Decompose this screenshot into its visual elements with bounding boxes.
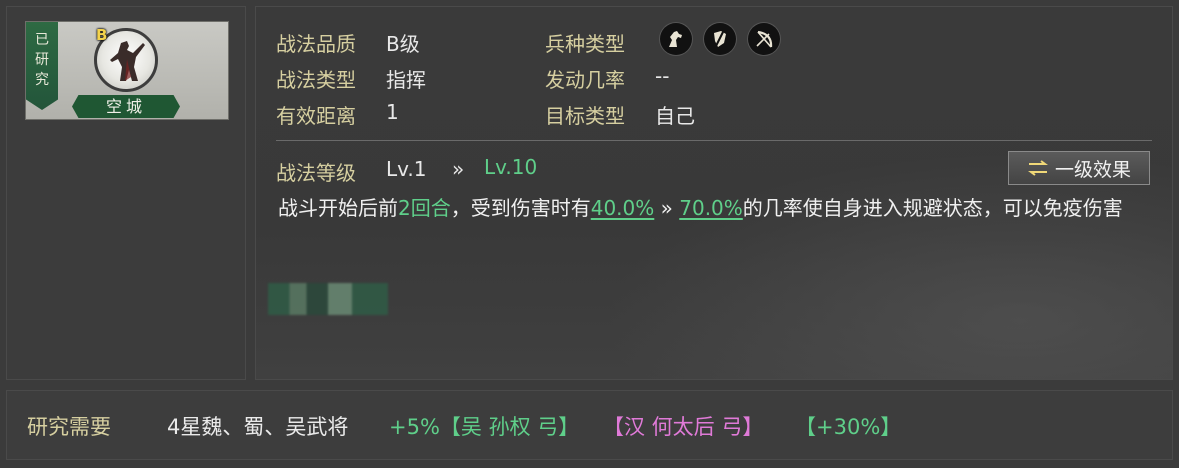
skill-card[interactable]: 已 研 究 B 空城 <box>25 21 229 120</box>
desc-part3: 的几率使自身进入规避状态，可以免疫伤害 <box>742 196 1123 220</box>
researched-char: 究 <box>35 72 49 88</box>
blurred-overlay <box>268 283 388 315</box>
level-effect-button[interactable]: 一级效果 <box>1008 151 1150 185</box>
target-type-label: 目标类型 <box>545 104 625 128</box>
requirement-bonus[interactable]: +5%【吴 孙权 弓】 <box>389 411 579 441</box>
requirement-bonus-percent: 【+30%】 <box>795 415 902 439</box>
skill-description: 战斗开始后前2回合，受到伤害时有40.0% » 70.0%的几率使自身进入规避状… <box>278 193 1148 223</box>
shield-infantry-icon <box>704 23 736 55</box>
researched-char: 已 <box>35 32 49 48</box>
skill-card-panel: 已 研 究 B 空城 <box>6 6 246 380</box>
grade-badge: B <box>96 26 108 44</box>
max-level: Lv.10 <box>484 155 538 179</box>
skill-level-label: 战法等级 <box>276 161 356 185</box>
trigger-rate-label: 发动几率 <box>545 68 625 92</box>
troop-type-label: 兵种类型 <box>545 32 625 56</box>
desc-part1: 战斗开始后前 <box>278 196 398 220</box>
type-label: 战法类型 <box>276 68 356 92</box>
requirement-text: 4星魏、蜀、吴武将 <box>167 415 349 439</box>
range-value: 1 <box>386 100 399 124</box>
researched-char: 研 <box>35 52 49 68</box>
range-label: 有效距离 <box>276 104 356 128</box>
section-divider <box>276 140 1152 141</box>
type-value: 指挥 <box>386 68 426 92</box>
skill-name: 空城 <box>72 95 180 118</box>
trigger-rate-value: -- <box>655 64 670 88</box>
level-effect-label: 一级效果 <box>1054 158 1131 181</box>
desc-part2: ，受到伤害时有 <box>450 196 591 220</box>
desc-chance-low: 40.0% <box>590 196 655 220</box>
troop-type-icons <box>660 23 780 55</box>
cavalry-horse-icon <box>660 23 692 55</box>
quality-value: B级 <box>386 32 420 56</box>
bow-archer-icon <box>748 23 780 55</box>
current-level: Lv.1 <box>386 157 427 181</box>
skill-detail-panel: 战法品质 B级 战法类型 指挥 有效距离 1 兵种类型 发动几率 -- 目标类型… <box>255 6 1173 380</box>
level-arrow-icon: » <box>452 157 465 181</box>
requirement-general[interactable]: 【汉 何太后 弓】 <box>603 411 763 441</box>
desc-rounds: 2回合 <box>398 196 451 220</box>
research-requirement-bar: 研究需要 4星魏、蜀、吴武将 +5%【吴 孙权 弓】 【汉 何太后 弓】 【+3… <box>6 390 1173 460</box>
quality-label: 战法品质 <box>276 32 356 56</box>
requirement-label: 研究需要 <box>27 415 111 439</box>
swap-arrows-icon <box>1027 160 1048 176</box>
desc-arrow: » <box>660 196 673 220</box>
researched-tag: 已 研 究 <box>26 22 58 110</box>
desc-chance-high: 70.0% <box>679 196 743 220</box>
target-type-value: 自己 <box>655 104 695 128</box>
